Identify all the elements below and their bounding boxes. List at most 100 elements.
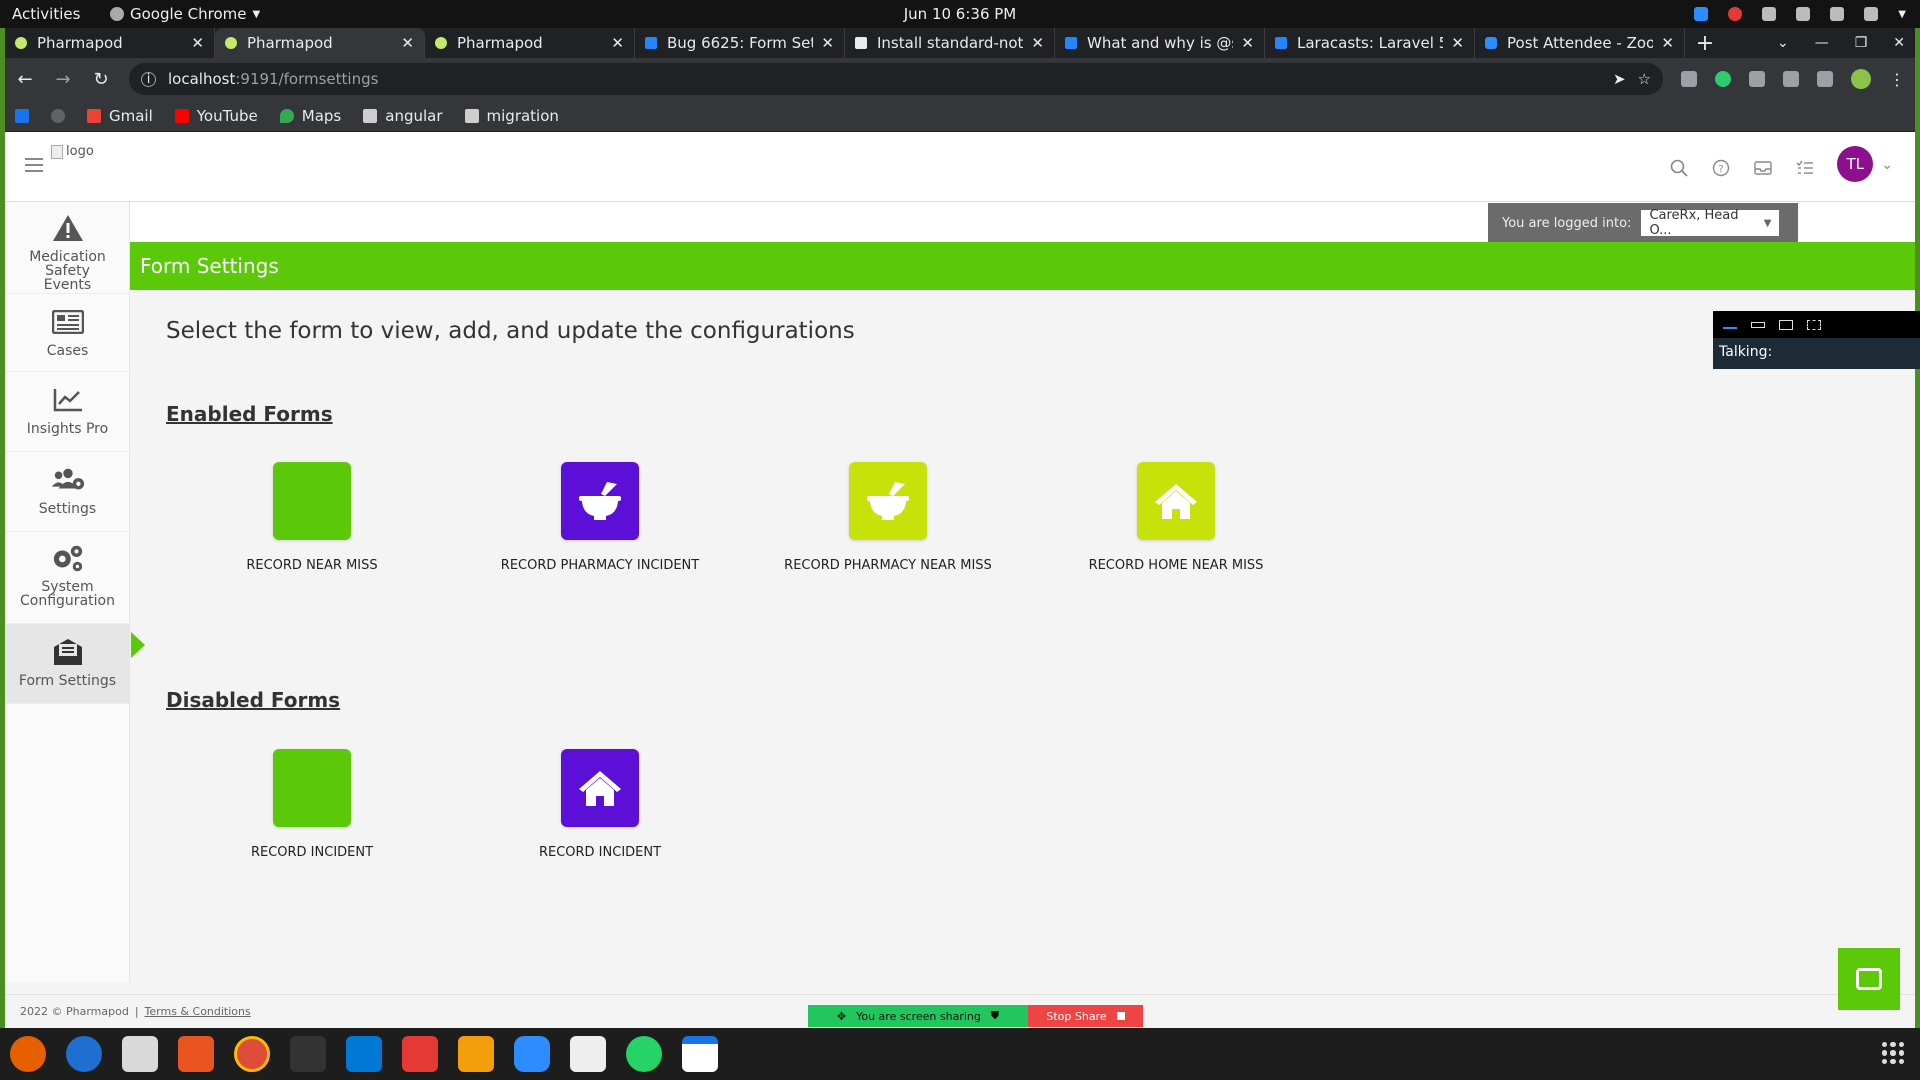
clock[interactable]: Jun 10 6:36 PM <box>0 5 1920 23</box>
help-icon[interactable]: ? <box>1711 158 1731 178</box>
bookmark-gmail[interactable]: Gmail <box>87 107 153 125</box>
close-icon[interactable]: ✕ <box>401 34 414 52</box>
stop-share-button[interactable]: Stop Share <box>1028 1005 1143 1027</box>
system-tray[interactable]: ▼ <box>1694 7 1906 21</box>
globe-icon[interactable] <box>51 108 65 123</box>
address-bar[interactable]: i localhost:9191/formsettings ➤ ☆ <box>129 63 1663 95</box>
browser-tab[interactable]: Pharmapod ✕ <box>5 28 215 58</box>
vscode-icon[interactable] <box>346 1036 382 1072</box>
bookmark-star-icon[interactable]: ☆ <box>1638 70 1651 88</box>
sublime-icon[interactable] <box>458 1036 494 1072</box>
forward-icon[interactable]: → <box>53 69 73 90</box>
gallery-view-icon[interactable] <box>1807 319 1821 330</box>
form-tile[interactable] <box>273 749 351 827</box>
zoom-icon[interactable] <box>514 1036 550 1072</box>
browser-tab[interactable]: Bug 6625: Form Settin ✕ <box>635 28 845 58</box>
browser-tab-active[interactable]: Pharmapod ✕ <box>215 28 425 58</box>
browser-tab[interactable]: What and why is @se ✕ <box>1055 28 1265 58</box>
extension-icon[interactable] <box>1681 71 1697 87</box>
close-icon[interactable]: ✕ <box>821 34 834 52</box>
activities-button[interactable]: Activities <box>12 5 80 23</box>
zoom-tray-icon[interactable] <box>1694 7 1709 21</box>
back-icon[interactable]: ← <box>15 69 35 90</box>
sidebar-item-system-configuration[interactable]: System Configuration <box>5 532 130 624</box>
kebab-menu-icon[interactable]: ⋮ <box>1889 70 1905 89</box>
record-tray-icon[interactable] <box>1728 7 1743 21</box>
tab-search-icon[interactable]: ⌄ <box>1777 35 1789 51</box>
close-window-icon[interactable]: ✕ <box>1893 35 1905 51</box>
browser-tab[interactable]: Post Attendee - Zoom ✕ <box>1475 28 1685 58</box>
sidebar-icon[interactable] <box>1817 71 1833 87</box>
beekeeper-icon[interactable] <box>570 1036 606 1072</box>
browser-tab[interactable]: Install standard-note ✕ <box>845 28 1055 58</box>
tasks-list-icon[interactable] <box>1795 158 1815 178</box>
sidebar-item-insights-pro[interactable]: Insights Pro <box>5 372 130 452</box>
form-card-record-incident[interactable]: RECORD INCIDENT <box>192 749 432 860</box>
form-tile[interactable] <box>273 462 351 540</box>
send-icon[interactable]: ➤ <box>1613 70 1626 88</box>
form-card-record-pharmacy-incident[interactable]: RECORD PHARMACY INCIDENT <box>480 462 720 573</box>
new-tab-button[interactable]: + <box>1685 28 1725 58</box>
user-avatar[interactable]: TL <box>1837 146 1874 182</box>
calendar-icon[interactable] <box>682 1036 718 1072</box>
envelope-form-icon <box>51 636 85 668</box>
form-tile[interactable] <box>849 462 927 540</box>
firefox-icon[interactable] <box>10 1036 46 1072</box>
form-tile[interactable] <box>561 462 639 540</box>
close-icon[interactable]: ✕ <box>1661 34 1674 52</box>
gmail-icon <box>87 108 101 123</box>
close-icon[interactable]: ✕ <box>1031 34 1044 52</box>
extension-b-icon[interactable] <box>1749 71 1765 87</box>
close-icon[interactable]: ✕ <box>611 34 624 52</box>
bookmark-youtube[interactable]: YouTube <box>174 107 258 125</box>
logo[interactable]: logo <box>51 144 94 159</box>
reload-icon[interactable]: ↻ <box>91 69 111 90</box>
sidebar-item-medication-safety-events[interactable]: Medication Safety Events <box>5 202 130 294</box>
search-icon[interactable] <box>1669 158 1689 178</box>
terms-link[interactable]: Terms & Conditions <box>145 1005 251 1018</box>
form-card-record-incident-home[interactable]: RECORD INCIDENT <box>480 749 720 860</box>
close-icon[interactable]: ✕ <box>1451 34 1464 52</box>
chevron-down-icon[interactable]: ⌄ <box>1881 157 1893 173</box>
restore-icon[interactable]: ❐ <box>1855 35 1868 51</box>
bookmark-maps[interactable]: Maps <box>279 107 341 125</box>
sidebar-item-form-settings[interactable]: Form Settings <box>5 624 130 704</box>
files-icon[interactable] <box>122 1036 158 1072</box>
inbox-icon[interactable] <box>1753 158 1773 178</box>
show-apps-icon[interactable] <box>1882 1042 1904 1064</box>
software-center-icon[interactable] <box>178 1036 214 1072</box>
chat-widget-button[interactable] <box>1838 948 1900 1010</box>
git-client-icon[interactable] <box>402 1036 438 1072</box>
chrome-icon[interactable] <box>234 1036 270 1072</box>
sidebar-item-cases[interactable]: Cases <box>5 294 130 372</box>
browser-tab[interactable]: Pharmapod ✕ <box>425 28 635 58</box>
intro-text: Select the form to view, add, and update… <box>166 318 855 344</box>
form-tile[interactable] <box>1137 462 1215 540</box>
grammarly-icon[interactable] <box>1715 71 1731 87</box>
profile-avatar[interactable] <box>1851 69 1871 89</box>
hamburger-menu-icon[interactable] <box>25 158 43 172</box>
minimize-icon[interactable]: — <box>1815 35 1829 51</box>
browser-tab[interactable]: Laracasts: Laravel 5.2 ✕ <box>1265 28 1475 58</box>
close-icon[interactable]: ✕ <box>191 34 204 52</box>
app-menu[interactable]: Google Chrome ▼ <box>110 5 260 23</box>
sidebar-item-settings[interactable]: Settings <box>5 452 130 532</box>
apps-icon[interactable] <box>15 108 29 123</box>
bookmark-migration[interactable]: migration <box>464 107 559 125</box>
puzzle-icon[interactable] <box>1783 71 1799 87</box>
form-card-record-home-near-miss[interactable]: RECORD HOME NEAR MISS <box>1056 462 1296 573</box>
form-card-record-near-miss[interactable]: RECORD NEAR MISS <box>192 462 432 573</box>
info-icon[interactable]: i <box>141 71 156 87</box>
close-icon[interactable]: ✕ <box>1241 34 1254 52</box>
chevron-down-icon[interactable]: ▼ <box>1898 9 1906 20</box>
bookmark-angular[interactable]: angular <box>363 107 443 125</box>
form-card-record-pharmacy-near-miss[interactable]: RECORD PHARMACY NEAR MISS <box>768 462 1008 573</box>
terminal-icon[interactable] <box>290 1036 326 1072</box>
thunderbird-icon[interactable] <box>66 1036 102 1072</box>
organization-select[interactable]: CareRx, Head O... ▼ <box>1641 208 1780 238</box>
strip-view-icon[interactable] <box>1751 321 1765 328</box>
whatsapp-icon[interactable] <box>626 1036 662 1072</box>
form-tile[interactable] <box>561 749 639 827</box>
minimize-view-icon[interactable] <box>1723 321 1737 329</box>
speaker-view-icon[interactable] <box>1779 319 1793 330</box>
